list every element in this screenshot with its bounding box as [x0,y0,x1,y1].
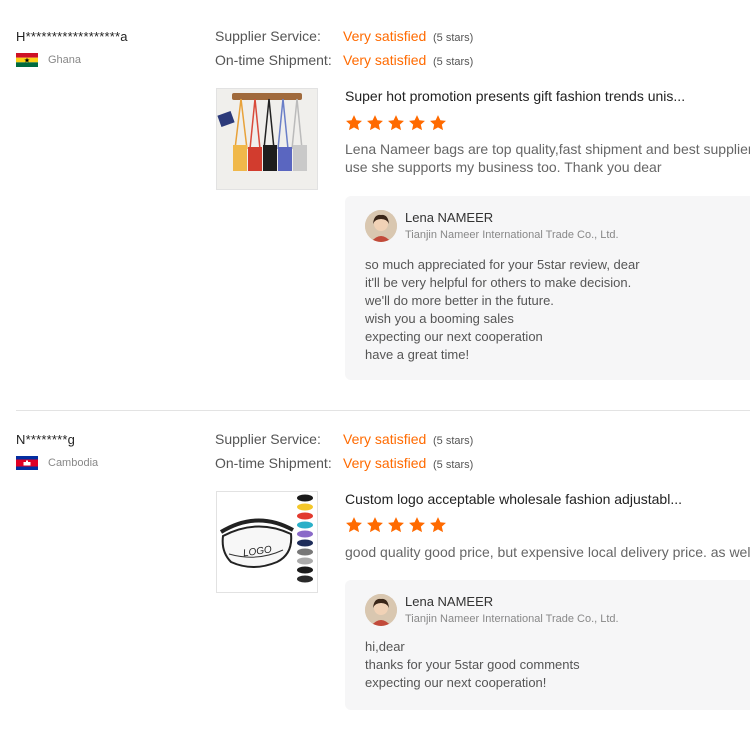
reply-author-name: Lena NAMEER [405,210,494,225]
buyer-country: Cambodia [16,456,98,470]
star-icon [388,517,404,533]
supplier-service-rating: Supplier Service: Very satisfied (5 star… [215,431,473,447]
review-stars [345,516,447,534]
cambodia-flag-icon [16,456,38,470]
supplier-service-rating: Supplier Service: Very satisfied (5 star… [215,28,473,44]
shipment-rating: On-time Shipment: Very satisfied (5 star… [215,52,473,68]
review-comment: good quality good price, but expensive l… [345,544,750,560]
rating-star-count: (5 stars) [433,56,474,68]
product-title-link[interactable]: Super hot promotion presents gift fashio… [345,88,685,104]
star-icon [388,115,404,131]
rating-label: On-time Shipment: [215,52,332,68]
rating-value: Very satisfied [343,455,427,471]
rating-star-count: (5 stars) [433,32,474,44]
rating-value: Very satisfied [343,28,427,44]
buyer-name: H******************a [16,29,128,44]
supplier-reply: Lena NAMEER Tianjin Nameer International… [345,196,750,380]
buyer-name: N********g [16,432,76,447]
star-icon [409,517,425,533]
star-icon [346,517,362,533]
supplier-reply: Lena NAMEER Tianjin Nameer International… [345,580,750,710]
star-icon [430,115,446,131]
shipment-rating: On-time Shipment: Very satisfied (5 star… [215,455,473,471]
product-title-link[interactable]: Custom logo acceptable wholesale fashion… [345,491,682,507]
product-thumbnail[interactable] [216,88,318,190]
reply-author-name: Lena NAMEER [405,594,494,609]
reply-company: Tianjin Nameer International Trade Co., … [405,613,619,625]
country-name: Cambodia [48,457,99,469]
buyer-country: Ghana [16,53,81,67]
reply-company: Tianjin Nameer International Trade Co., … [405,229,619,241]
star-icon [409,115,425,131]
rating-label: On-time Shipment: [215,455,332,471]
rating-value: Very satisfied [343,431,427,447]
country-name: Ghana [48,54,82,66]
star-icon [346,115,362,131]
avatar [365,210,397,242]
reply-text: hi,dear thanks for your 5star good comme… [365,639,580,690]
star-icon [367,517,383,533]
rating-star-count: (5 stars) [433,459,474,471]
review-item: H******************a Ghana Supplier Serv… [0,0,750,410]
rating-value: Very satisfied [343,52,427,68]
rating-label: Supplier Service: [215,28,321,44]
star-icon [367,115,383,131]
ghana-flag-icon [16,53,38,67]
rating-star-count: (5 stars) [433,435,474,447]
avatar [365,594,397,626]
star-icon [430,517,446,533]
reply-text: so much appreciated for your 5star revie… [365,257,640,362]
review-stars [345,114,447,132]
review-comment: Lena Nameer bags are top quality,fast sh… [345,141,750,175]
review-item: N********g Cambodia Supplier Service: Ve… [0,411,750,750]
rating-label: Supplier Service: [215,431,321,447]
product-thumbnail[interactable]: LOGO [216,491,318,593]
